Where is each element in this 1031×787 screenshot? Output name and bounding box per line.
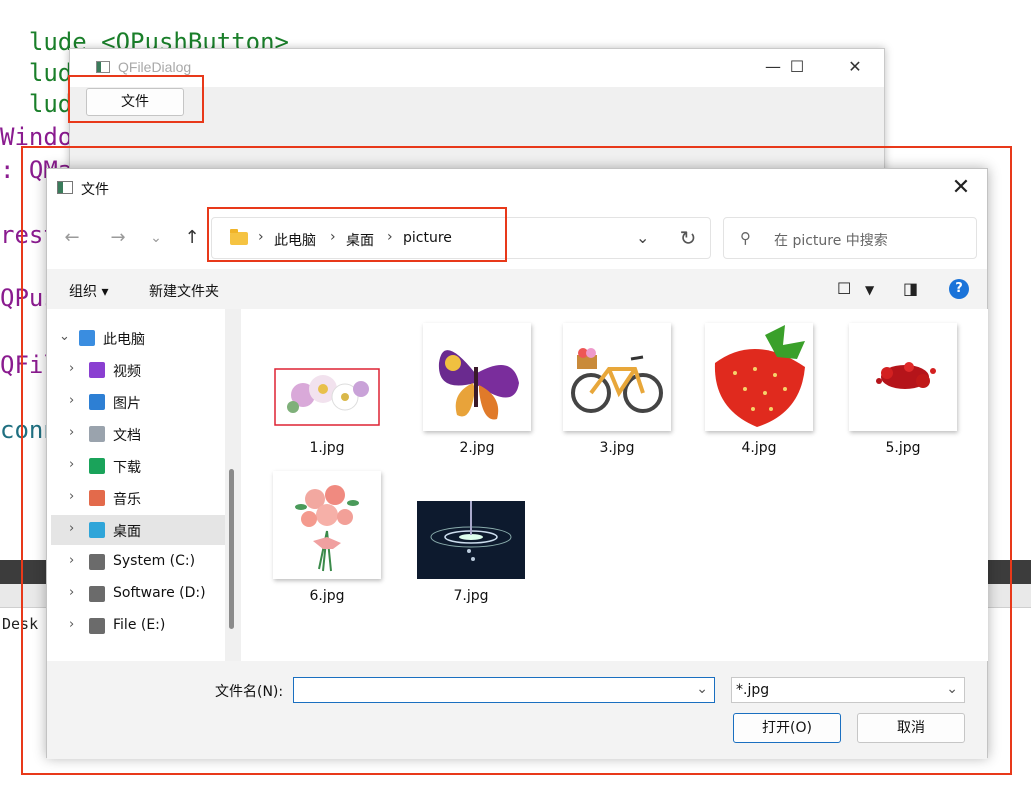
highlight-box xyxy=(21,146,1012,775)
maximize-button[interactable]: ☐ xyxy=(774,49,820,85)
main-window-title: QFileDialog xyxy=(118,59,192,75)
highlight-box xyxy=(68,75,204,123)
app-icon xyxy=(96,61,110,73)
close-button[interactable]: ✕ xyxy=(832,49,878,85)
